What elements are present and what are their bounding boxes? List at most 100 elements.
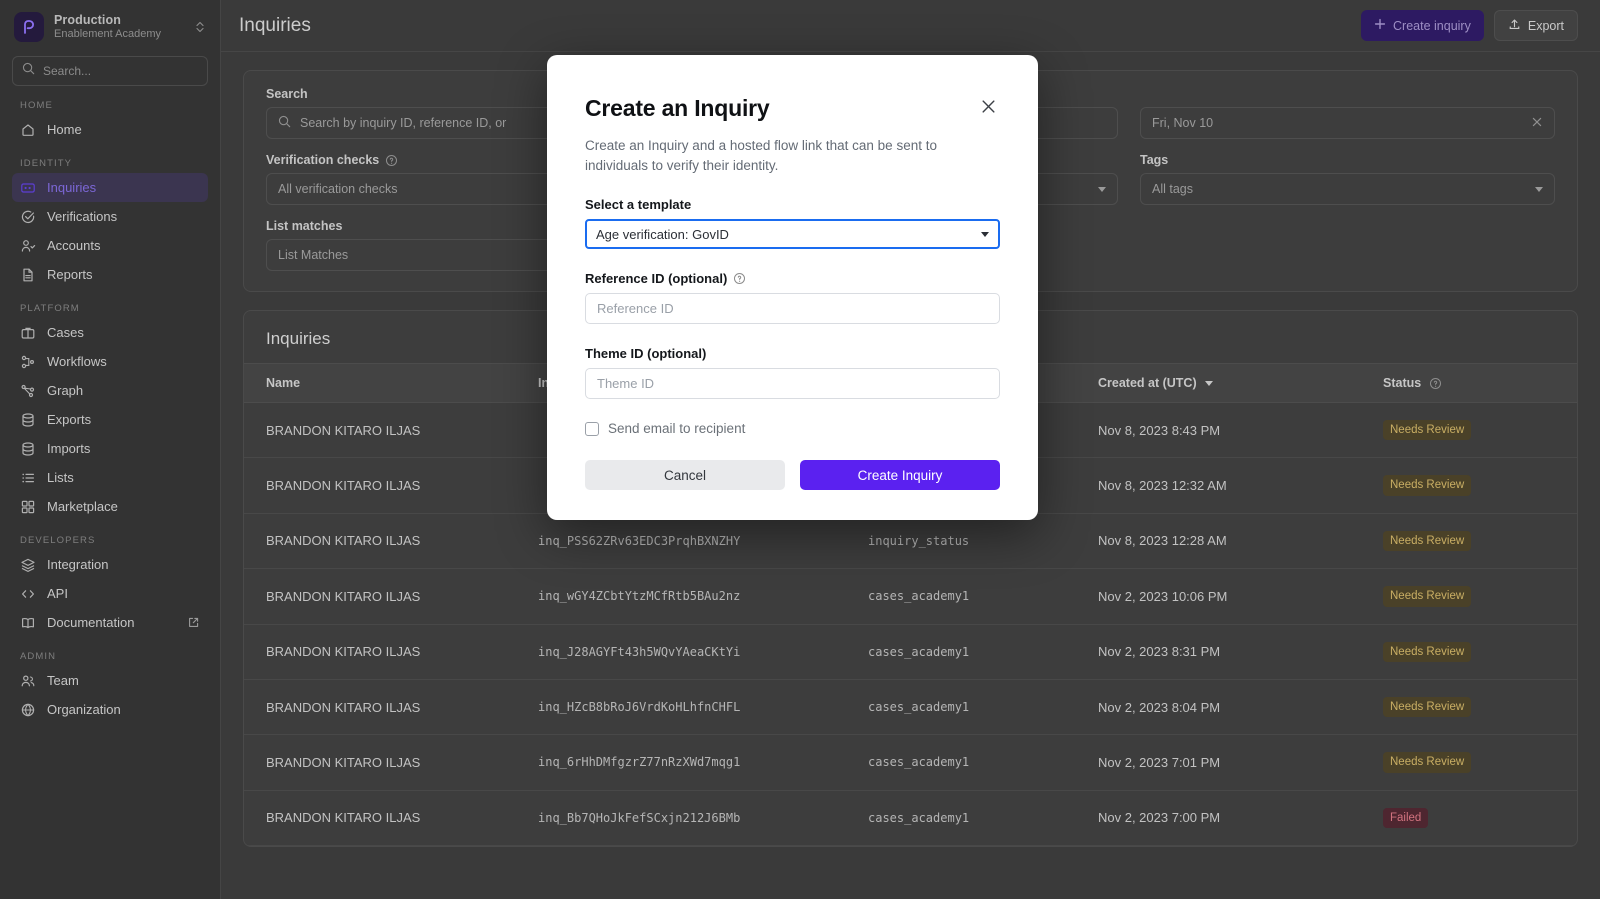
status-badge: Needs Review — [1383, 475, 1472, 496]
help-circle-icon[interactable] — [733, 272, 746, 285]
sidebar-item-team[interactable]: Team — [12, 666, 208, 695]
database-icon — [20, 412, 36, 428]
users-icon — [20, 673, 36, 689]
cell-status: Needs Review — [1369, 568, 1577, 625]
export-button[interactable]: Export — [1493, 10, 1578, 41]
cell-status: Needs Review — [1369, 734, 1577, 791]
sidebar-item-api[interactable]: API — [12, 579, 208, 608]
topbar-actions: Create inquiry Export — [1361, 10, 1578, 41]
help-circle-icon[interactable] — [385, 154, 398, 167]
cell-created-at: Nov 2, 2023 10:06 PM — [1084, 568, 1369, 625]
tags-filter-label: Tags — [1140, 153, 1169, 167]
cell-name: BRANDON KITARO ILJAS — [244, 402, 524, 459]
document-icon — [20, 267, 36, 283]
page-title: Inquiries — [239, 14, 311, 36]
theme-id-input[interactable]: Theme ID — [585, 368, 1000, 400]
cell-status: Needs Review — [1369, 513, 1577, 570]
modal-title: Create an Inquiry — [585, 95, 770, 121]
cell-name: BRANDON KITARO ILJAS — [244, 790, 524, 846]
sidebar-item-workflows[interactable]: Workflows — [12, 347, 208, 376]
org-switcher[interactable]: Production Enablement Academy — [12, 0, 208, 54]
date-range-input[interactable]: Fri, Nov 10 — [1140, 107, 1555, 139]
create-inquiry-modal: Create an Inquiry Create an Inquiry and … — [547, 55, 1038, 521]
sidebar-item-organization[interactable]: Organization — [12, 695, 208, 724]
cell-name: BRANDON KITARO ILJAS — [244, 457, 524, 514]
chevron-updown-icon — [194, 20, 206, 34]
modal-header: Create an Inquiry — [585, 95, 1000, 122]
sidebar-item-graph[interactable]: Graph — [12, 376, 208, 405]
template-select-value: Age verification: GovID — [596, 226, 729, 242]
tags-select[interactable]: All tags — [1140, 173, 1555, 205]
sidebar-search-input[interactable]: Search... — [12, 56, 208, 86]
modal-actions: Cancel Create Inquiry — [585, 460, 1000, 491]
column-header-created-at[interactable]: Created at (UTC) — [1084, 363, 1369, 403]
chevron-down-icon — [981, 231, 989, 237]
create-inquiry-button[interactable]: Create inquiry — [1361, 10, 1484, 41]
table-row[interactable]: BRANDON KITARO ILJAS inq_6rHhDMfgzrZ77nR… — [244, 734, 1577, 791]
nav-section-home: HOME — [20, 100, 53, 111]
sidebar-item-marketplace[interactable]: Marketplace — [12, 492, 208, 521]
nav-section-identity: IDENTITY — [20, 158, 73, 169]
graph-icon — [20, 383, 36, 399]
help-circle-icon[interactable] — [1429, 377, 1442, 390]
cell-name: BRANDON KITARO ILJAS — [244, 624, 524, 680]
nav-section-platform: PLATFORM — [20, 303, 80, 314]
cell-created-at: Nov 8, 2023 12:32 AM — [1084, 457, 1369, 514]
sidebar-item-imports[interactable]: Imports — [12, 434, 208, 463]
nav-section-developers: DEVELOPERS — [20, 535, 96, 546]
table-row[interactable]: BRANDON KITARO ILJAS inq_J28AGYFt43h5WQv… — [244, 624, 1577, 680]
sidebar-item-home[interactable]: Home — [12, 115, 208, 144]
cell-created-at: Nov 2, 2023 7:01 PM — [1084, 734, 1369, 791]
close-icon[interactable] — [1531, 116, 1543, 131]
cancel-button[interactable]: Cancel — [585, 460, 785, 491]
sidebar-item-label: Accounts — [47, 238, 101, 253]
sidebar-item-cases[interactable]: Cases — [12, 318, 208, 347]
send-email-checkbox[interactable] — [585, 421, 599, 436]
close-icon[interactable] — [977, 95, 1000, 118]
column-header-name-text: Name — [266, 376, 301, 390]
sidebar-item-integration[interactable]: Integration — [12, 550, 208, 579]
reference-id-placeholder: Reference ID — [597, 301, 674, 317]
sidebar-item-lists[interactable]: Lists — [12, 463, 208, 492]
table-row[interactable]: BRANDON KITARO ILJAS inq_PSS62ZRv63EDC3P… — [244, 513, 1577, 570]
sidebar-item-verifications[interactable]: Verifications — [12, 202, 208, 231]
plus-icon — [1374, 18, 1386, 33]
status-badge: Needs Review — [1383, 530, 1472, 552]
cell-template: cases_academy1 — [854, 679, 1084, 736]
list-icon — [20, 470, 36, 486]
database-icon — [20, 441, 36, 457]
sort-descending-icon[interactable] — [1204, 380, 1213, 386]
sidebar-item-reports[interactable]: Reports — [12, 260, 208, 289]
sidebar-item-exports[interactable]: Exports — [12, 405, 208, 434]
verification-checks-label-text: Verification checks — [266, 153, 380, 167]
briefcase-icon — [20, 325, 36, 341]
sidebar-item-label: Lists — [47, 470, 74, 485]
reference-id-input[interactable]: Reference ID — [585, 293, 1000, 325]
sidebar-item-label: Team — [47, 673, 79, 688]
sidebar-item-documentation[interactable]: Documentation — [12, 608, 208, 637]
cell-inquiry-id: inq_PSS62ZRv63EDC3PrqhBXNZHY — [524, 513, 854, 570]
cell-template: cases_academy1 — [854, 568, 1084, 625]
cell-template: cases_academy1 — [854, 790, 1084, 846]
sidebar-item-label: Inquiries — [47, 180, 97, 195]
column-header-status[interactable]: Status — [1369, 363, 1577, 403]
reference-id-label-text: Reference ID (optional) — [585, 271, 728, 287]
sidebar-item-label: API — [47, 586, 68, 601]
create-inquiry-submit-button[interactable]: Create Inquiry — [800, 460, 1000, 491]
send-email-checkbox-row[interactable]: Send email to recipient — [585, 421, 1000, 436]
sidebar-item-inquiries[interactable]: Inquiries — [12, 173, 208, 202]
date-filter-label — [1140, 87, 1555, 101]
globe-icon — [20, 702, 36, 718]
app-logo — [14, 12, 44, 42]
table-row[interactable]: BRANDON KITARO ILJAS inq_Bb7QHoJkFefSCxj… — [244, 790, 1577, 846]
cell-status: Needs Review — [1369, 402, 1577, 459]
sidebar-item-accounts[interactable]: Accounts — [12, 231, 208, 260]
table-row[interactable]: BRANDON KITARO ILJAS inq_wGY4ZCbtYtzMCfR… — [244, 568, 1577, 625]
status-badge: Needs Review — [1383, 641, 1472, 662]
sidebar-item-label: Cases — [47, 325, 84, 340]
template-select[interactable]: Age verification: GovID — [585, 219, 1000, 250]
table-row[interactable]: BRANDON KITARO ILJAS inq_HZcB8bRoJ6VrdKo… — [244, 679, 1577, 736]
sidebar-item-label: Documentation — [47, 615, 135, 630]
column-header-name[interactable]: Name — [244, 363, 524, 403]
tags-filter-group: Tags All tags — [1140, 153, 1555, 205]
